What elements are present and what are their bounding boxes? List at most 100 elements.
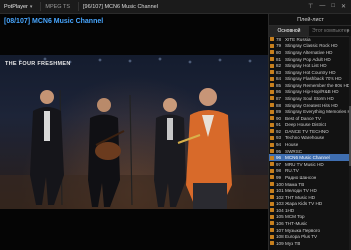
channel-name: Stingray Hot Country HD	[285, 69, 336, 75]
channel-icon	[270, 201, 274, 206]
channel-list-item[interactable]: 87 Stingray Soul Storm HD	[269, 95, 351, 102]
channel-number: 105	[276, 214, 284, 220]
window-controls: ⊤ — □ ✕	[308, 3, 351, 10]
channel-icon	[270, 103, 274, 108]
channel-name: Муз ТВ	[285, 240, 301, 246]
channel-number: 92	[276, 128, 282, 134]
channel-number: 97	[276, 161, 282, 167]
channel-name: Stingray Flashback 70's HD	[285, 76, 342, 82]
channel-number: 80	[276, 49, 282, 55]
pin-icon[interactable]: ⊤	[308, 3, 313, 10]
channel-name: MRU TV Music HD	[285, 161, 324, 167]
channel-list-item[interactable]: 83 Stingray Hot Country HD	[269, 69, 351, 76]
video-area[interactable]: [08/107] MCN6 Music Channel THE FOUR FRE…	[0, 14, 268, 250]
channel-number: 93	[276, 135, 282, 141]
video-frame: THE FOUR FRESHMEN	[0, 55, 268, 209]
channel-list-item[interactable]: 91 Deep House District	[269, 122, 351, 129]
channel-name: SWRSC	[285, 148, 303, 154]
channel-name: Stingray Classic Rock HD	[285, 43, 338, 49]
close-icon[interactable]: ✕	[341, 3, 346, 10]
channel-list-item[interactable]: 98 RU.TV	[269, 168, 351, 175]
channel-number: 104	[276, 207, 284, 213]
channel-number: 88	[276, 102, 282, 108]
channel-list-item[interactable]: 85 Stingray Remember the 80s HD	[269, 82, 351, 89]
channel-name: Stingray Greatest Hits HD	[285, 102, 338, 108]
channel-name: Мелоди TV HD	[285, 188, 317, 194]
channel-list-item[interactable]: 100 Мама ТВ	[269, 181, 351, 188]
app-name: PotPlayer	[4, 3, 28, 10]
channel-list: 78 XITE Russia 79 Stingray Classic Rock HD 8…	[269, 36, 351, 250]
channel-list-item[interactable]: 103 Жара Kids TV HD	[269, 200, 351, 207]
minimize-icon[interactable]: —	[319, 3, 325, 10]
channel-list-item[interactable]: 99 Радио Шансон	[269, 174, 351, 181]
channel-list-item[interactable]: 107 Музыка Первого	[269, 227, 351, 234]
channel-name: Stingray Soul Storm HD	[285, 95, 334, 101]
channel-list-item[interactable]: 93 Techno Warehouse	[269, 135, 351, 142]
channel-list-item[interactable]: 94 House	[269, 141, 351, 148]
channel-icon	[270, 175, 274, 180]
channel-list-item[interactable]: 104 1HD	[269, 207, 351, 214]
channel-name: 1HD	[285, 207, 295, 213]
channel-name: Мама ТВ	[285, 181, 305, 187]
channel-list-item[interactable]: 88 Stingray Greatest Hits HD	[269, 102, 351, 109]
tab-main[interactable]: Основной	[269, 26, 309, 36]
channel-list-item[interactable]: 106 ТНТ-Music	[269, 220, 351, 227]
channel-number: 103	[276, 201, 284, 207]
channel-number: 101	[276, 188, 284, 194]
channel-list-item[interactable]: 101 Мелоди TV HD	[269, 187, 351, 194]
format-label: MPEG TS	[45, 3, 71, 10]
channel-icon	[270, 57, 274, 62]
channel-list-item[interactable]: 102 THT Music HD	[269, 194, 351, 201]
channel-number: 91	[276, 122, 282, 128]
channel-name: Stingray Hot List HD	[285, 63, 327, 69]
channel-icon	[270, 234, 274, 239]
channel-list-item[interactable]: 92 DANCE TV TECHNO	[269, 128, 351, 135]
playlist-panel: Плей-лист Основной Этот компьютер ▾ 78 XI…	[268, 14, 351, 250]
channel-number: 86	[276, 89, 282, 95]
channel-name: THT Music HD	[285, 194, 316, 200]
channel-list-item[interactable]: 80 Stingray Alternative HD	[269, 49, 351, 56]
channel-list-item[interactable]: 90 Best of Dance TV	[269, 115, 351, 122]
divider	[40, 2, 42, 11]
channel-icon	[270, 188, 274, 193]
video-watermark: THE FOUR FRESHMEN	[5, 61, 71, 67]
channel-list-item[interactable]: 97 MRU TV Music HD	[269, 161, 351, 168]
channel-list-item[interactable]: 82 Stingray Hot List HD	[269, 62, 351, 69]
osd-channel-text: [08/107] MCN6 Music Channel	[4, 18, 104, 25]
channel-list-item[interactable]: 84 Stingray Flashback 70's HD	[269, 75, 351, 82]
channel-list-item[interactable]: 81 Stingray Pop Adult HD	[269, 56, 351, 63]
channel-icon	[270, 63, 274, 68]
channel-icon	[270, 43, 274, 48]
channel-icon	[270, 135, 274, 140]
channel-list-item[interactable]: 95 SWRSC	[269, 148, 351, 155]
channel-list-item[interactable]: 109 Муз ТВ	[269, 240, 351, 247]
channel-name: House	[285, 142, 299, 148]
channel-icon	[270, 149, 274, 154]
channel-icon	[270, 228, 274, 233]
channel-name: Stingray Alternative HD	[285, 49, 333, 55]
maximize-icon[interactable]: □	[331, 3, 335, 10]
channel-number: 79	[276, 43, 282, 49]
channel-number: 83	[276, 69, 282, 75]
channel-list-item[interactable]: 89 Stingray Everything Memories HD	[269, 108, 351, 115]
channel-number: 98	[276, 168, 282, 174]
channel-name: Радио Шансон	[285, 174, 317, 180]
channel-number: 107	[276, 227, 284, 233]
channel-name: Музыка Первого	[285, 227, 321, 233]
channel-icon	[270, 162, 274, 167]
channel-icon	[270, 37, 274, 42]
channel-list-item[interactable]: 79 Stingray Classic Rock HD	[269, 43, 351, 50]
channel-icon	[270, 50, 274, 55]
app-menu-button[interactable]: PotPlayer ▾	[0, 4, 36, 10]
channel-icon	[270, 70, 274, 75]
channel-list-item[interactable]: 86 Stingray Hip-Hop/R&B HD	[269, 89, 351, 96]
channel-list-item[interactable]: 105 MCM Top	[269, 214, 351, 221]
channel-icon	[270, 214, 274, 219]
tab-this-computer[interactable]: Этот компьютер ▾	[309, 26, 351, 36]
channel-list-item[interactable]: 78 XITE Russia	[269, 36, 351, 43]
channel-icon	[270, 155, 274, 160]
channel-list-item[interactable]: 96 MCN6 Music Channel	[269, 154, 351, 161]
channel-list-item[interactable]: 108 Europa Plus TV	[269, 233, 351, 240]
channel-name: Жара Kids TV HD	[285, 201, 323, 207]
channel-number: 109	[276, 240, 284, 246]
